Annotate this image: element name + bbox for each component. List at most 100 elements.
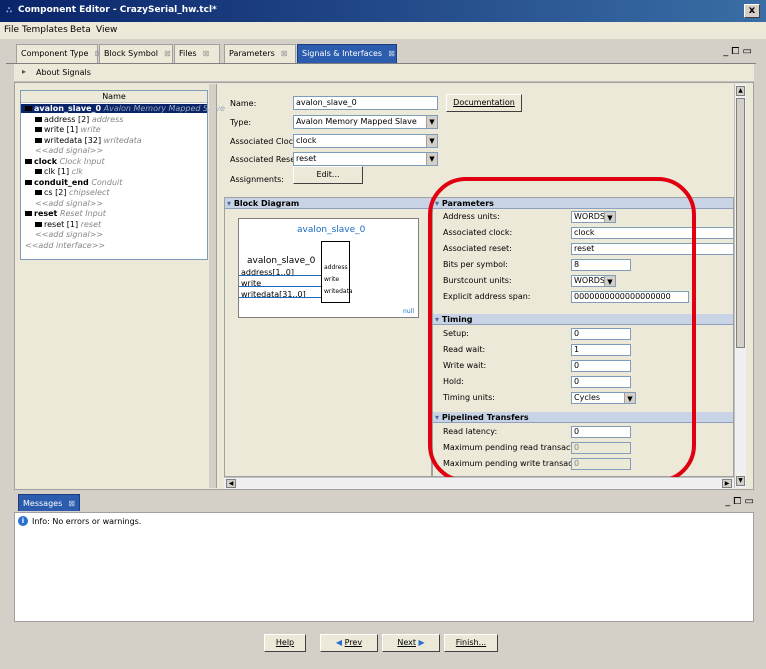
finish-label: Finish... — [455, 638, 487, 647]
help-button[interactable]: Help — [264, 634, 306, 652]
interface-icon — [25, 106, 32, 111]
tree-node-desc: <<add interface>> — [25, 240, 106, 250]
menu-templates[interactable]: Templates — [22, 25, 68, 35]
name-label: Name: — [230, 99, 257, 108]
tree-node[interactable]: conduit_end Conduit — [21, 178, 122, 187]
tree-node-name: clk [1] — [44, 167, 70, 176]
scroll-up-icon[interactable]: ▲ — [736, 86, 745, 96]
tab-close-icon[interactable]: ⊠ — [388, 49, 395, 58]
block-diagram-pane: ▾ Block Diagram avalon_slave_0 avalon_sl… — [224, 197, 432, 477]
tree-node[interactable]: address [2] address — [21, 115, 123, 124]
vertical-scrollbar[interactable]: ▲ ▼ — [734, 84, 746, 488]
tab-component-type[interactable]: Component Type ⊠ — [16, 44, 101, 63]
menu-beta[interactable]: Beta — [70, 25, 91, 35]
block-diagram-header: ▾ Block Diagram — [225, 198, 431, 209]
tree-node-desc: Reset Input — [59, 209, 106, 218]
tree-node[interactable]: <<add interface>> — [21, 241, 105, 250]
tree-node[interactable]: clock Clock Input — [21, 157, 105, 166]
tree-node[interactable]: write [1] write — [21, 125, 101, 134]
tab-close-icon[interactable]: ⊠ — [281, 49, 288, 58]
title-bar: ∴ Component Editor - CrazySerial_hw.tcl*… — [0, 0, 766, 22]
tab-files[interactable]: Files ⊠ — [174, 44, 220, 63]
interface-icon — [25, 179, 32, 185]
splitter[interactable] — [209, 84, 217, 488]
tree-node[interactable]: reset [1] reset — [21, 220, 101, 229]
window-controls[interactable]: _ ⧠ ▭ — [725, 496, 754, 507]
tree-node-name: clock — [34, 156, 58, 166]
footer-bar: Help ◀ Prev Next ▶ Finish... — [0, 626, 766, 669]
tree-node-name: avalon_slave_0 — [34, 104, 102, 113]
info-message: Info: No errors or warnings. — [32, 517, 142, 526]
clock-label: Associated Clock: — [230, 137, 301, 146]
close-button[interactable]: x — [744, 4, 760, 18]
port-writedata: writedata — [324, 288, 353, 295]
tree-node-desc: Avalon Memory Mapped Slave — [103, 104, 225, 113]
tab-close-icon[interactable]: ⊠ — [68, 499, 75, 508]
signal-line — [239, 297, 321, 298]
tree-node-name: address [2] — [44, 114, 90, 124]
messages-panel: i Info: No errors or warnings. — [14, 512, 754, 622]
documentation-label: Documentation — [453, 98, 515, 107]
scroll-right-icon[interactable]: ▶ — [722, 479, 732, 488]
clock-value: clock — [296, 136, 317, 145]
tab-label: Signals & Interfaces — [302, 49, 383, 58]
signal-tree[interactable]: Name avalon_slave_0 Avalon Memory Mapped… — [20, 90, 225, 260]
tree-node[interactable]: writedata [32] writedata — [21, 136, 142, 145]
horizontal-scrollbar[interactable]: ◀ ▶ — [224, 477, 734, 489]
tree-node[interactable]: <<add signal>> — [21, 146, 103, 155]
about-signals-section[interactable]: ▸ About Signals — [14, 64, 754, 82]
type-value: Avalon Memory Mapped Slave — [296, 117, 417, 126]
signal-line — [239, 275, 321, 276]
signal-line — [239, 286, 321, 287]
name-field[interactable]: avalon_slave_0 — [293, 96, 438, 110]
scroll-left-icon[interactable]: ◀ — [226, 479, 236, 488]
tab-messages[interactable]: Messages ⊠ — [18, 494, 80, 511]
tree-node[interactable]: <<add signal>> — [21, 199, 103, 208]
tree-node[interactable]: reset Reset Input — [21, 209, 106, 218]
menu-file[interactable]: File — [4, 25, 19, 35]
next-button[interactable]: Next ▶ — [382, 634, 440, 652]
tree-node[interactable]: cs [2] chipselect — [21, 188, 110, 197]
tree-node-name: reset [1] — [44, 219, 79, 229]
type-dropdown[interactable]: Avalon Memory Mapped Slave ▼ — [293, 115, 438, 129]
signal-port-icon — [35, 221, 42, 227]
tree-node-desc: reset — [80, 219, 102, 229]
tree-node[interactable]: avalon_slave_0 Avalon Memory Mapped Slav… — [21, 104, 225, 113]
collapse-icon: ▾ — [227, 199, 234, 208]
tree-node-desc: Clock Input — [59, 156, 105, 166]
tree-node[interactable]: clk [1] clk — [21, 167, 83, 176]
scroll-thumb[interactable] — [736, 98, 745, 348]
tab-close-icon[interactable]: ⊠ — [164, 49, 171, 58]
signal-port-icon — [35, 137, 42, 143]
tree-node-desc: writedata — [103, 135, 142, 145]
tab-label: Messages — [23, 499, 63, 508]
chevron-down-icon: ▼ — [426, 116, 437, 128]
scroll-down-icon[interactable]: ▼ — [736, 476, 745, 486]
tab-block-symbol[interactable]: Block Symbol ⊠ — [99, 44, 173, 63]
tree-node-name: write [1] — [44, 125, 78, 134]
help-label: Help — [275, 638, 295, 647]
clock-dropdown[interactable]: clock ▼ — [293, 134, 438, 148]
menu-bar: File Templates Beta View — [0, 22, 766, 39]
tab-signals-interfaces[interactable]: Signals & Interfaces ⊠ — [297, 44, 397, 63]
interface-icon — [25, 158, 32, 164]
menu-view[interactable]: View — [96, 25, 117, 35]
documentation-button[interactable]: Documentation — [446, 94, 522, 112]
next-label: Next — [397, 638, 416, 647]
highlight-oval — [428, 177, 696, 483]
window-controls[interactable]: _ ⧠ ▭ — [723, 46, 752, 57]
prev-label: Prev — [344, 638, 363, 647]
prev-button[interactable]: ◀ Prev — [320, 634, 378, 652]
tab-label: Block Symbol — [104, 49, 158, 58]
editor-tab-bar: Component Type ⊠ Block Symbol ⊠ Files ⊠ Par… — [6, 42, 756, 64]
finish-button[interactable]: Finish... — [444, 634, 498, 652]
signal-port-icon — [35, 190, 42, 195]
signal-port-icon — [35, 116, 42, 122]
arrow-left-icon: ◀ — [335, 638, 345, 647]
port-address: address — [324, 264, 348, 271]
edit-button[interactable]: Edit... — [293, 166, 363, 184]
tab-parameters[interactable]: Parameters ⊠ — [224, 44, 296, 63]
reset-dropdown[interactable]: reset ▼ — [293, 152, 438, 166]
tree-node[interactable]: <<add signal>> — [21, 230, 103, 239]
tab-close-icon[interactable]: ⊠ — [203, 49, 210, 58]
